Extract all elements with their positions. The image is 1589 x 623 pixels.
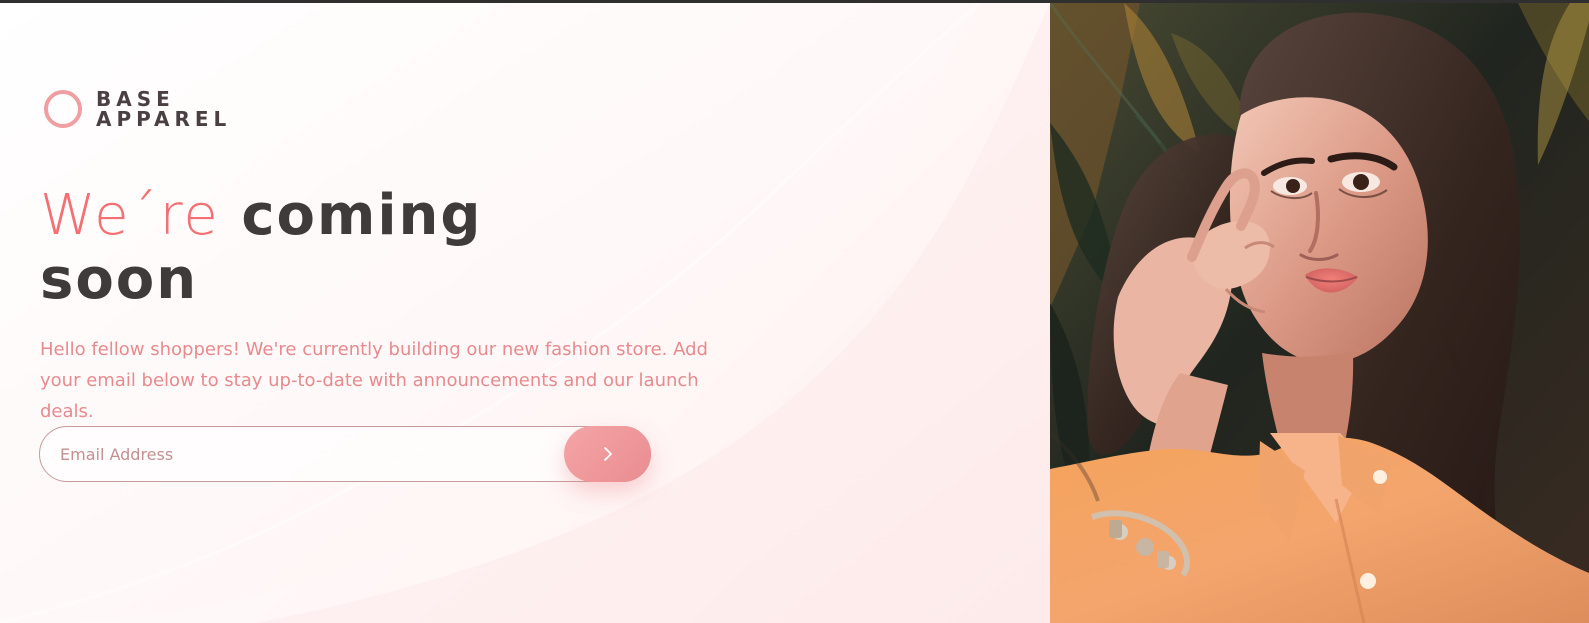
headline-accent: We´re xyxy=(40,183,220,248)
ring-logo-icon xyxy=(44,90,82,128)
brand-line-1: BASE xyxy=(96,87,175,111)
hero-image-panel xyxy=(1050,3,1589,623)
submit-button[interactable] xyxy=(564,426,651,482)
headline-line-1: We´re coming xyxy=(40,184,500,248)
email-subscription-form xyxy=(39,426,651,482)
brand-wordmark: BASE APPAREL xyxy=(96,89,231,129)
intro-description: Hello fellow shoppers! We're currently b… xyxy=(40,339,708,422)
headline-main-word: coming xyxy=(241,183,483,248)
brand-logo[interactable]: BASE APPAREL xyxy=(44,89,231,129)
email-field[interactable] xyxy=(39,426,651,482)
left-panel: BASE APPAREL We´re coming soon Hello fel… xyxy=(0,3,1050,623)
page-title: We´re coming soon xyxy=(40,184,500,312)
top-border xyxy=(0,0,1589,3)
headline-line-2: soon xyxy=(40,247,199,312)
landing-page: BASE APPAREL We´re coming soon Hello fel… xyxy=(0,0,1589,623)
brand-line-2: APPAREL xyxy=(96,107,232,131)
chevron-right-icon xyxy=(603,447,612,461)
hero-photo xyxy=(1050,3,1589,623)
